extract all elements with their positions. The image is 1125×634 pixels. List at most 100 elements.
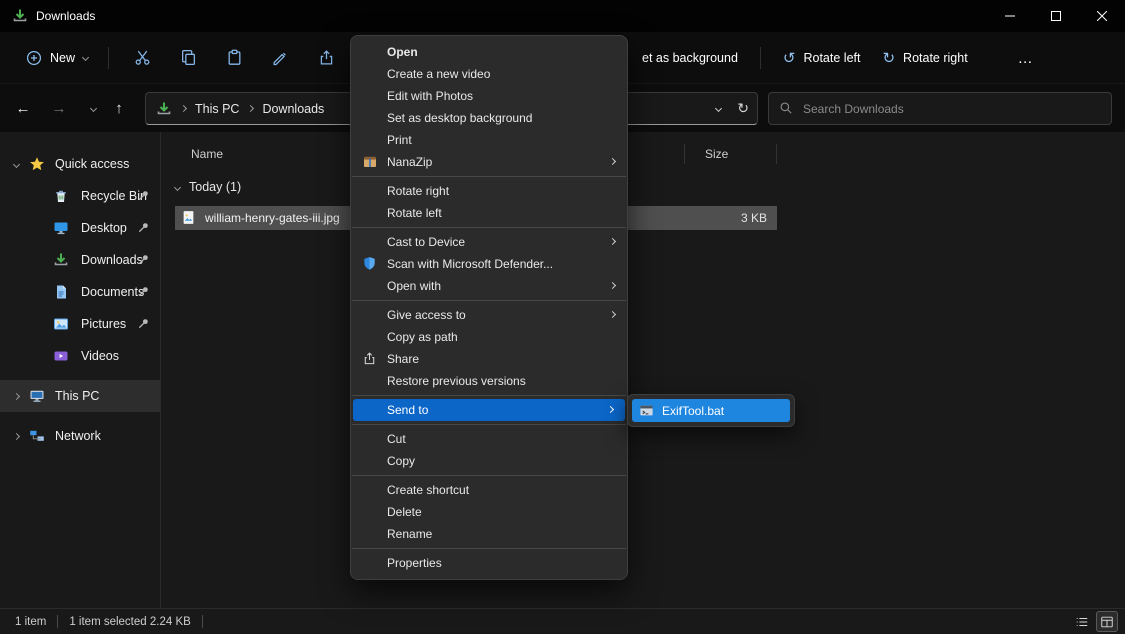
- close-button[interactable]: [1079, 0, 1125, 32]
- more-options-button[interactable]: …: [1008, 44, 1044, 73]
- selection-info: 1 item selected 2.24 KB: [69, 616, 190, 628]
- up-button[interactable]: ↑: [104, 93, 134, 123]
- breadcrumb-downloads[interactable]: Downloads: [262, 102, 324, 116]
- group-collapse-chevron-icon[interactable]: [174, 183, 181, 190]
- menu-item-send-to[interactable]: Send to: [353, 399, 625, 421]
- sidebar-item-this-pc[interactable]: This PC: [0, 380, 160, 412]
- menu-item-label: Create a new video: [387, 67, 490, 81]
- status-bar: 1 item 1 item selected 2.24 KB: [0, 608, 1125, 634]
- maximize-button[interactable]: [1033, 0, 1079, 32]
- sidebar-item-quick-access[interactable]: Quick access: [0, 148, 160, 180]
- sidebar-item-videos[interactable]: Videos: [0, 340, 160, 372]
- sidebar-item-label: Quick access: [55, 157, 129, 171]
- back-button[interactable]: ←: [8, 93, 38, 123]
- file-name: william-henry-gates-iii.jpg: [205, 211, 340, 225]
- sidebar-item-network[interactable]: Network: [0, 420, 160, 452]
- sidebar-item-downloads[interactable]: Downloads: [0, 244, 160, 276]
- submenu-arrow-icon: [609, 158, 616, 165]
- menu-item-cut[interactable]: Cut: [351, 428, 627, 450]
- set-as-background-button[interactable]: et as background: [632, 45, 748, 71]
- sidebar-item-desktop[interactable]: Desktop: [0, 212, 160, 244]
- submenu-item-exiftool[interactable]: ExifTool.bat: [632, 399, 790, 422]
- pictures-icon: [53, 316, 69, 332]
- status-divider: [202, 615, 203, 628]
- menu-item-cast-to-device[interactable]: Cast to Device: [351, 231, 627, 253]
- menu-item-label: Share: [387, 352, 419, 366]
- rotate-right-button[interactable]: ↻ Rotate right: [872, 45, 977, 72]
- group-header-label: Today (1): [189, 180, 241, 194]
- menu-item-copy[interactable]: Copy: [351, 450, 627, 472]
- menu-item-copy-as-path[interactable]: Copy as path: [351, 326, 627, 348]
- menu-item-restore-previous-versions[interactable]: Restore previous versions: [351, 370, 627, 392]
- column-header-size[interactable]: Size: [685, 144, 777, 164]
- share-button[interactable]: [303, 41, 349, 75]
- menu-item-rename[interactable]: Rename: [351, 523, 627, 545]
- paste-button[interactable]: [211, 41, 257, 75]
- pin-icon: [137, 221, 150, 234]
- sidebar-item-pictures[interactable]: Pictures: [0, 308, 160, 340]
- menu-item-scan-with-microsoft-defender[interactable]: Scan with Microsoft Defender...: [351, 253, 627, 275]
- new-plus-icon: [26, 50, 42, 66]
- breadcrumb-this-pc[interactable]: This PC: [195, 102, 239, 116]
- window-title: Downloads: [36, 9, 95, 23]
- sidebar-item-recycle-bin[interactable]: Recycle Bin: [0, 180, 160, 212]
- expander-chevron-icon[interactable]: [13, 160, 20, 167]
- rotate-left-button[interactable]: ↺ Rotate left: [773, 45, 871, 72]
- expander-chevron-icon[interactable]: [13, 392, 20, 399]
- menu-item-delete[interactable]: Delete: [351, 501, 627, 523]
- more-options-icon: …: [1018, 50, 1034, 67]
- menu-item-label: Scan with Microsoft Defender...: [387, 257, 553, 271]
- menu-item-create-a-new-video[interactable]: Create a new video: [351, 63, 627, 85]
- address-dropdown-icon[interactable]: [715, 105, 722, 112]
- sidebar-item-label: Network: [55, 429, 101, 443]
- chevron-down-icon: [82, 54, 89, 61]
- videos-icon: [53, 348, 69, 364]
- send-to-submenu: ExifTool.bat: [627, 394, 795, 427]
- file-size-cell: 3 KB: [685, 211, 777, 225]
- menu-item-label: Properties: [387, 556, 442, 570]
- menu-item-nanazip[interactable]: NanaZip: [351, 151, 627, 173]
- minimize-button[interactable]: [987, 0, 1033, 32]
- batch-file-icon: [639, 403, 654, 418]
- menu-item-rotate-right[interactable]: Rotate right: [351, 180, 627, 202]
- documents-icon: [53, 284, 69, 300]
- pin-icon: [137, 285, 150, 298]
- search-input[interactable]: [803, 102, 1101, 116]
- rename-button[interactable]: [257, 41, 303, 75]
- toolbar-right-commands: et as background ↺ Rotate left ↻ Rotate …: [632, 32, 1044, 84]
- sidebar-item-label: Videos: [81, 349, 119, 363]
- caption-buttons: [987, 0, 1125, 32]
- refresh-button[interactable]: ↻: [737, 100, 749, 117]
- sidebar-item-documents[interactable]: Documents: [0, 276, 160, 308]
- cut-button[interactable]: [119, 41, 165, 75]
- menu-item-open-with[interactable]: Open with: [351, 275, 627, 297]
- submenu-arrow-icon: [609, 311, 616, 318]
- menu-separator: [352, 424, 626, 425]
- menu-item-give-access-to[interactable]: Give access to: [351, 304, 627, 326]
- column-headers: Name Size: [175, 140, 1125, 168]
- menu-item-set-as-desktop-background[interactable]: Set as desktop background: [351, 107, 627, 129]
- menu-separator: [352, 395, 626, 396]
- breadcrumb-chevron-icon: [180, 105, 187, 112]
- menu-item-open[interactable]: Open: [351, 41, 627, 63]
- desktop-icon: [53, 220, 69, 236]
- forward-button[interactable]: →: [44, 93, 74, 123]
- submenu-arrow-icon: [607, 406, 614, 413]
- new-button[interactable]: New: [16, 43, 98, 73]
- this-pc-icon: [29, 388, 45, 404]
- menu-item-properties[interactable]: Properties: [351, 552, 627, 574]
- set-as-background-label: et as background: [642, 51, 738, 65]
- copy-button[interactable]: [165, 41, 211, 75]
- downloads-folder-icon: [156, 101, 172, 117]
- details-view-button[interactable]: [1071, 611, 1093, 632]
- share-icon: [318, 49, 335, 66]
- thumbnail-view-button[interactable]: [1096, 611, 1118, 632]
- menu-item-rotate-left[interactable]: Rotate left: [351, 202, 627, 224]
- group-header-today[interactable]: Today (1): [175, 176, 375, 198]
- menu-item-create-shortcut[interactable]: Create shortcut: [351, 479, 627, 501]
- menu-item-print[interactable]: Print: [351, 129, 627, 151]
- network-icon: [29, 428, 45, 444]
- expander-chevron-icon[interactable]: [13, 432, 20, 439]
- menu-item-share[interactable]: Share: [351, 348, 627, 370]
- menu-item-edit-with-photos[interactable]: Edit with Photos: [351, 85, 627, 107]
